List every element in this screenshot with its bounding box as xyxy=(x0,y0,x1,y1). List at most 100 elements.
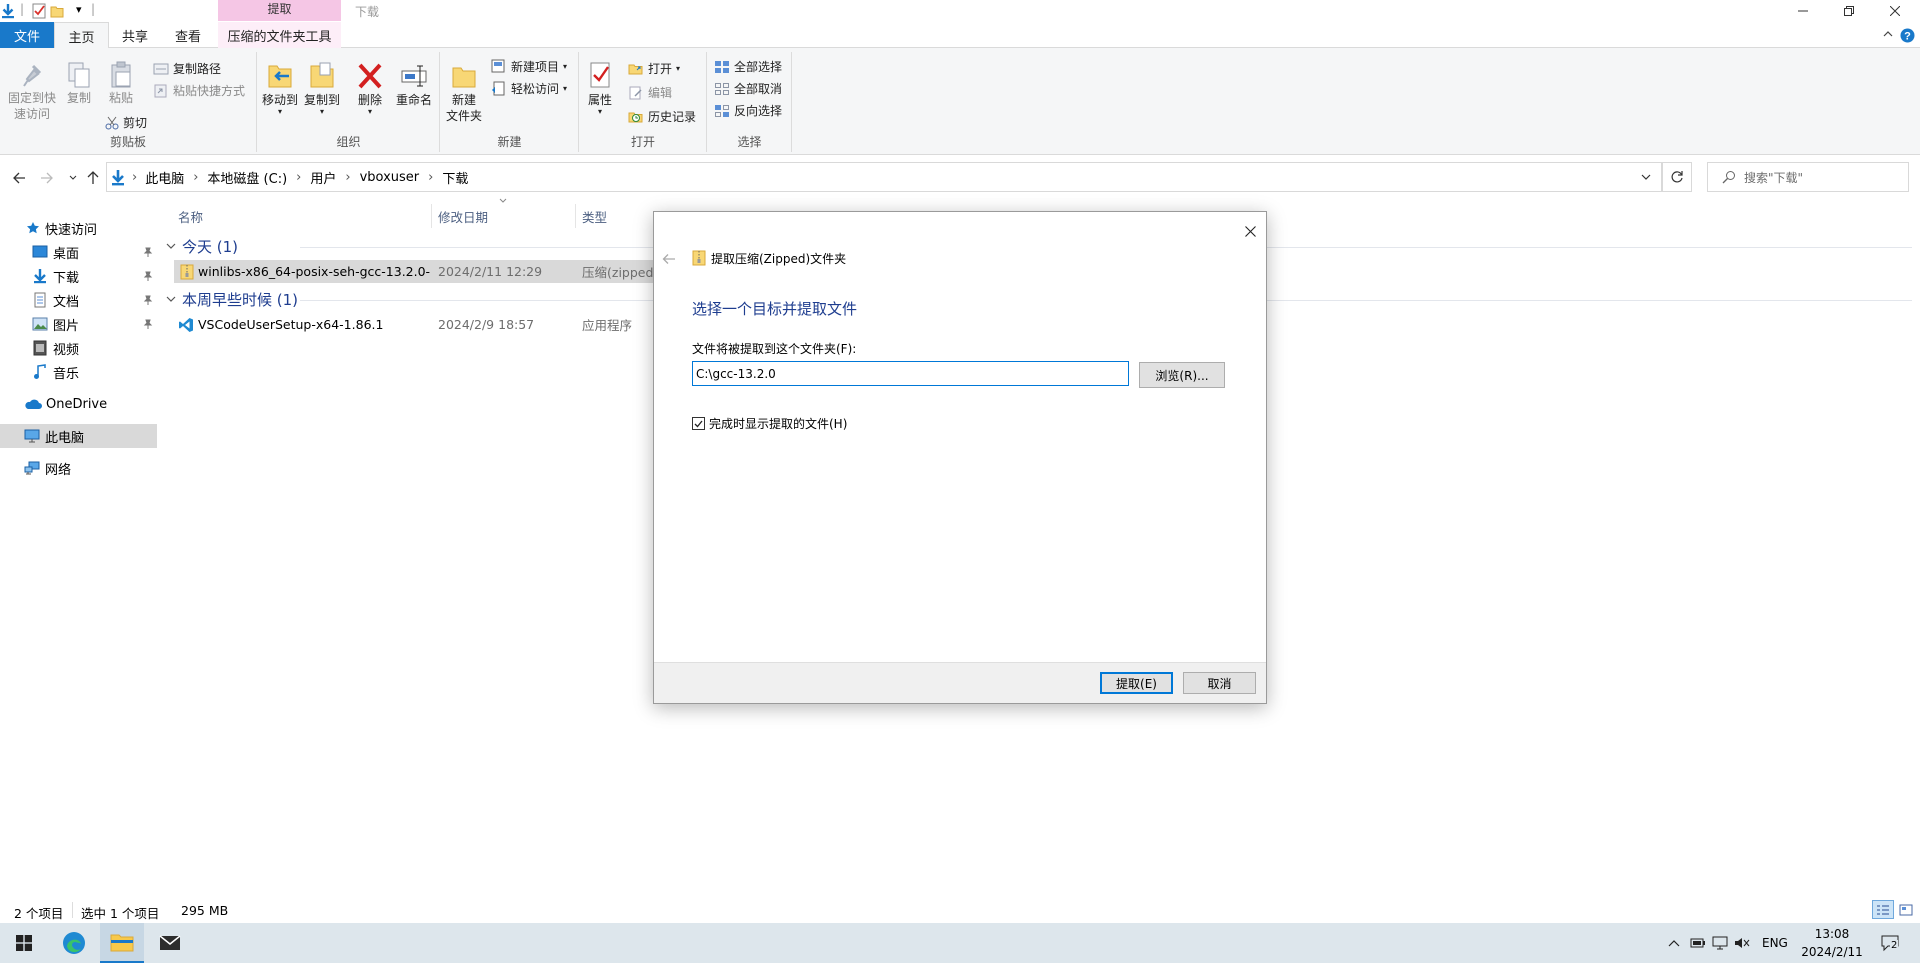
column-header-date[interactable]: 修改日期 xyxy=(438,204,576,228)
status-bar: 2 个项目 选中 1 个项目 295 MB xyxy=(0,898,1920,922)
copy-to-button[interactable]: 复制到 ▾ xyxy=(302,60,342,116)
battery-icon[interactable] xyxy=(1690,936,1706,950)
edge-browser-icon xyxy=(63,932,85,954)
taskbar-mail-button[interactable] xyxy=(148,923,192,963)
input-language[interactable]: ENG xyxy=(1762,936,1788,950)
open-button[interactable]: 打开 ▾ xyxy=(628,60,680,77)
file-date: 2024/2/9 18:57 xyxy=(438,317,535,332)
minimize-button[interactable] xyxy=(1780,0,1826,22)
delete-button[interactable]: 删除 ▾ xyxy=(354,60,386,116)
breadcrumb-vboxuser[interactable]: vboxuser xyxy=(360,170,420,185)
address-history-chevron-icon[interactable] xyxy=(1641,174,1651,181)
new-folder-icon xyxy=(452,67,476,88)
select-all-button[interactable]: 全部选择 xyxy=(714,58,782,75)
browse-button[interactable]: 浏览(R)... xyxy=(1139,362,1225,388)
group-collapse-chevron-icon xyxy=(166,243,176,249)
ribbon-collapse-chevron-icon[interactable] xyxy=(1883,30,1893,38)
show-files-checkbox-row[interactable]: 完成时显示提取的文件(H) xyxy=(692,415,847,432)
tab-share[interactable]: 共享 xyxy=(110,22,160,48)
rename-button[interactable]: 重命名 xyxy=(393,60,435,108)
folder-icon xyxy=(110,934,134,952)
extract-button[interactable]: 提取(E) xyxy=(1100,672,1173,694)
file-name: VSCodeUserSetup-x64-1.86.1 xyxy=(198,317,384,332)
nav-downloads[interactable]: 下载 xyxy=(0,264,157,288)
select-all-icon xyxy=(715,60,729,73)
breadcrumb-downloads[interactable]: 下载 xyxy=(442,168,468,187)
nav-desktop[interactable]: 桌面 xyxy=(0,240,157,264)
column-header-type[interactable]: 类型 xyxy=(582,204,652,228)
properties-button[interactable]: 属性 ▾ xyxy=(582,60,618,116)
cut-button[interactable]: 剪切 xyxy=(105,114,147,131)
star-icon xyxy=(27,222,39,234)
copy-button[interactable]: 复制 xyxy=(61,60,97,106)
search-box[interactable]: 搜索"下载" xyxy=(1707,162,1909,192)
nav-pictures[interactable]: 图片 xyxy=(0,312,157,336)
tab-view[interactable]: 查看 xyxy=(162,22,214,48)
clock[interactable]: 13:08 2024/2/11 xyxy=(1797,925,1867,961)
recent-locations-chevron-icon[interactable] xyxy=(69,175,77,181)
nav-documents[interactable]: 文档 xyxy=(0,288,157,312)
tab-file[interactable]: 文件 xyxy=(0,22,54,48)
breadcrumb-this-pc[interactable]: 此电脑 xyxy=(145,168,184,187)
pin-quick-access-button[interactable]: 固定到快 速访问 xyxy=(4,60,60,122)
breadcrumb-local-disk[interactable]: 本地磁盘 (C:) xyxy=(207,168,287,187)
easy-access-button[interactable]: 轻松访问 ▾ xyxy=(491,80,567,97)
show-hidden-icons-chevron-icon[interactable] xyxy=(1668,939,1680,947)
details-view-icon xyxy=(1877,904,1889,915)
select-none-button[interactable]: 全部取消 xyxy=(714,80,782,97)
dialog-close-button[interactable] xyxy=(1239,220,1261,242)
back-arrow-icon[interactable] xyxy=(12,171,26,185)
taskbar-edge-button[interactable] xyxy=(52,923,96,963)
paste-button[interactable]: 粘贴 xyxy=(100,60,142,106)
nav-videos[interactable]: 视频 xyxy=(0,336,157,360)
volume-muted-icon[interactable] xyxy=(1734,936,1750,950)
column-header-name[interactable]: 名称 xyxy=(178,204,432,228)
edit-button[interactable]: 编辑 xyxy=(628,84,672,101)
up-arrow-icon[interactable] xyxy=(86,170,100,185)
copy-path-button[interactable]: 复制路径 xyxy=(153,60,221,77)
group-header-today[interactable]: 今天 (1) xyxy=(166,236,238,257)
qat-customize-dropdown[interactable]: ▾ xyxy=(76,3,82,16)
large-icons-view-button[interactable] xyxy=(1896,901,1916,919)
file-type: 应用程序 xyxy=(582,318,633,333)
address-bar[interactable]: › 此电脑 › 本地磁盘 (C:) › 用户 › vboxuser › 下载 xyxy=(106,162,1662,192)
destination-folder-input[interactable]: C:\gcc-13.2.0 xyxy=(692,361,1129,386)
cancel-button[interactable]: 取消 xyxy=(1183,672,1256,694)
close-window-button[interactable] xyxy=(1872,0,1918,22)
document-icon xyxy=(34,292,46,308)
breadcrumb-separator: › xyxy=(193,169,199,185)
group-header-earlier-this-week[interactable]: 本周早些时候 (1) xyxy=(166,289,298,310)
new-folder-qat-icon[interactable] xyxy=(50,4,64,18)
nav-this-pc[interactable]: 此电脑 xyxy=(0,424,157,448)
restore-button[interactable] xyxy=(1826,0,1872,22)
copy-icon xyxy=(68,62,90,88)
nav-music[interactable]: 音乐 xyxy=(0,360,157,384)
show-files-checkbox[interactable] xyxy=(692,417,705,430)
paste-shortcut-button[interactable]: 粘贴快捷方式 xyxy=(153,82,245,99)
breadcrumb-users[interactable]: 用户 xyxy=(310,168,336,187)
group-collapse-chevron-icon xyxy=(166,296,176,302)
start-button[interactable] xyxy=(0,923,48,963)
notification-center-button[interactable]: 2 xyxy=(1880,933,1900,953)
new-folder-button[interactable]: 新建 文件夹 xyxy=(445,60,483,124)
dialog-back-arrow-icon[interactable] xyxy=(662,253,676,265)
network-status-icon[interactable] xyxy=(1712,936,1728,950)
select-none-icon xyxy=(715,82,729,95)
details-view-button[interactable] xyxy=(1872,900,1894,919)
invert-selection-button[interactable]: 反向选择 xyxy=(714,102,782,119)
properties-qat-icon[interactable] xyxy=(32,3,46,19)
tab-compressed-folder-tools[interactable]: 压缩的文件夹工具 xyxy=(218,22,341,48)
history-button[interactable]: 历史记录 xyxy=(628,108,696,125)
tab-home[interactable]: 主页 xyxy=(54,22,109,49)
nav-onedrive[interactable]: OneDrive xyxy=(0,392,157,416)
refresh-button[interactable] xyxy=(1662,162,1692,192)
forward-arrow-icon[interactable] xyxy=(40,171,54,185)
help-icon[interactable]: ? xyxy=(1900,28,1915,43)
new-item-button[interactable]: 新建项目 ▾ xyxy=(491,58,567,75)
taskbar-file-explorer-button[interactable] xyxy=(100,923,144,963)
clipboard-group-label: 剪贴板 xyxy=(109,135,146,149)
nav-network[interactable]: 网络 xyxy=(0,456,157,480)
move-to-button[interactable]: 移动到 ▾ xyxy=(260,60,300,116)
file-type: 压缩(zipped)... xyxy=(582,265,662,280)
nav-quick-access[interactable]: 快速访问 xyxy=(0,216,157,240)
